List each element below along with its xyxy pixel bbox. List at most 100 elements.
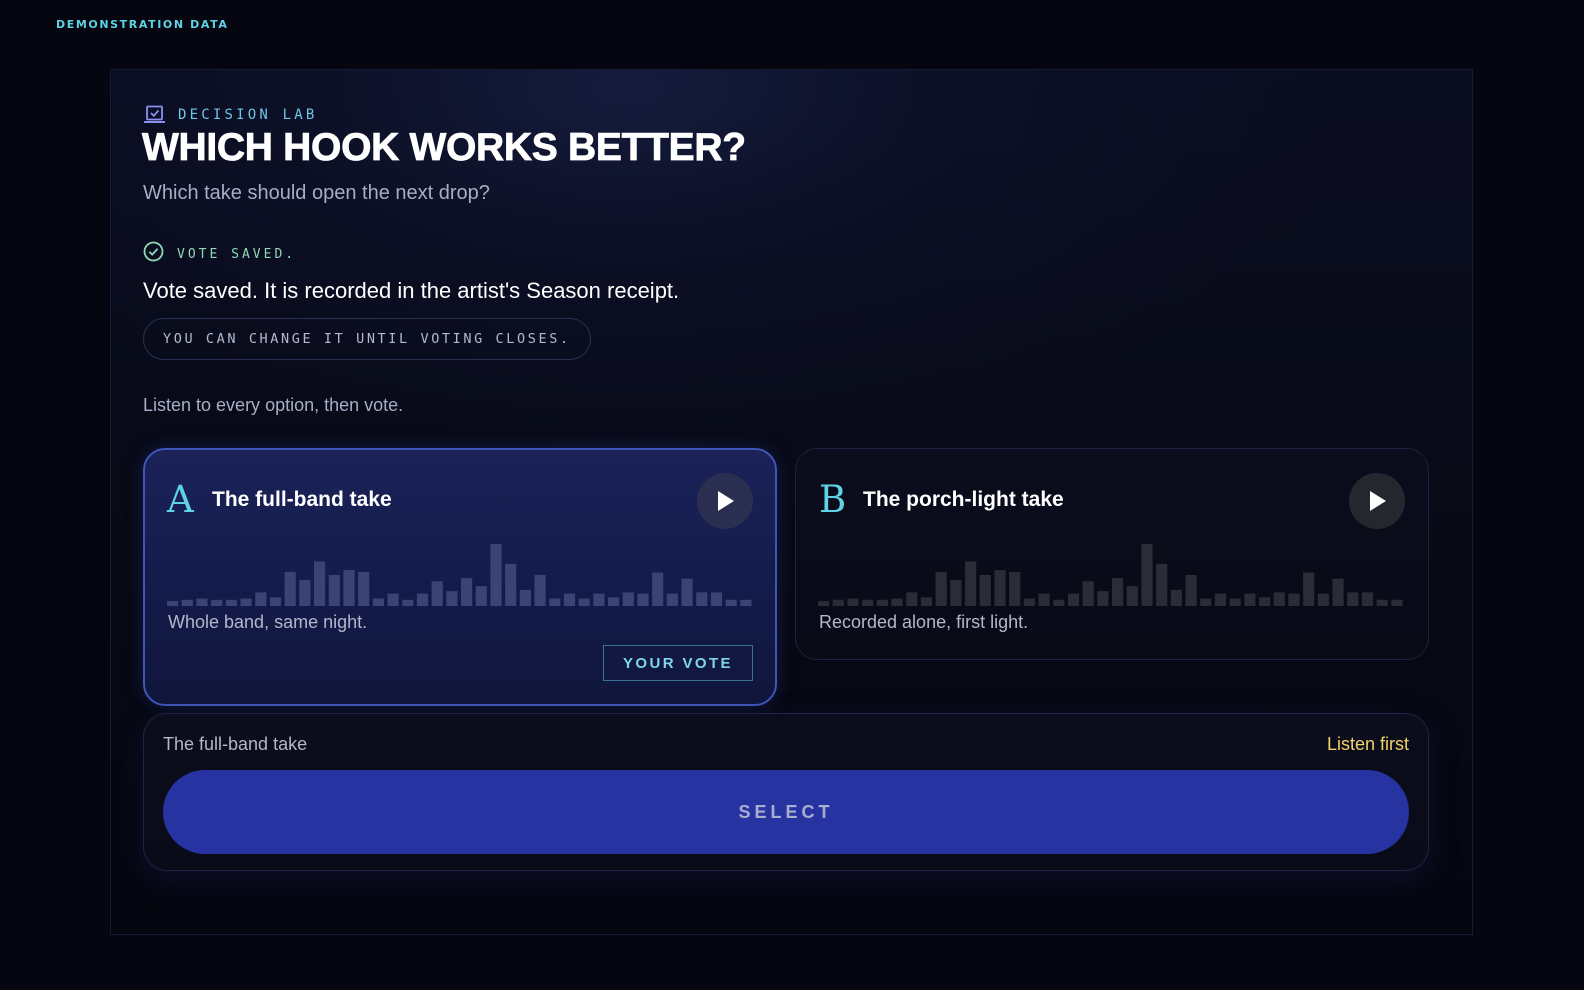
waveform-bar [255, 592, 267, 606]
waveform-bar [1053, 599, 1065, 606]
waveform-bar [343, 570, 355, 606]
waveform-bar [965, 561, 977, 606]
waveform-bar [725, 599, 737, 606]
waveform-bar [1023, 598, 1035, 606]
listen-first-hint: Listen first [1326, 734, 1409, 754]
waveform-bar [578, 598, 590, 606]
selected-option-name: The full-band take [163, 734, 308, 754]
page-title: WHICH HOOK WORKS BETTER? [142, 126, 747, 170]
waveform-bar [862, 599, 874, 606]
option-card-a[interactable]: A The full-band take Whole band, same ni… [143, 448, 777, 706]
change-vote-note: YOU CAN CHANGE IT UNTIL VOTING CLOSES. [143, 318, 591, 360]
waveform-bar [461, 578, 473, 606]
waveform-bar [710, 592, 723, 606]
play-button[interactable] [1349, 473, 1405, 529]
waveform-bar [847, 598, 859, 606]
waveform-bar [372, 598, 384, 606]
option-description: Whole band, same night. [168, 612, 368, 632]
vote-status: VOTE SAVED. [143, 241, 296, 267]
waveform-bar [416, 593, 429, 606]
waveform-bar [1229, 598, 1241, 606]
waveform-bar [1185, 575, 1197, 606]
waveform-bar [1288, 593, 1300, 606]
waveform-bar [876, 599, 888, 606]
option-description: Recorded alone, first light. [819, 612, 1029, 632]
waveform-bar [1082, 581, 1094, 606]
waveform-bar [593, 593, 605, 606]
waveform-bar [1273, 592, 1285, 606]
waveform-bar [431, 581, 443, 606]
waveform-bar [1303, 572, 1315, 606]
waveform [167, 544, 752, 606]
select-button[interactable]: SELECT [163, 770, 1409, 854]
check-circle-icon [143, 241, 164, 267]
waveform-bar [1112, 578, 1124, 606]
waveform-bar [920, 597, 933, 606]
decision-panel: DECISION LAB WHICH HOOK WORKS BETTER? Wh… [110, 69, 1473, 935]
waveform-bar [299, 579, 311, 606]
waveform-bar [269, 597, 282, 606]
waveform-bar [387, 593, 399, 606]
instructions: Listen to every option, then vote. [143, 395, 404, 415]
waveform-bar [1347, 592, 1359, 606]
waveform-bar [696, 592, 708, 606]
waveform-bar [519, 589, 531, 606]
option-title: The porch-light take [863, 488, 1064, 511]
waveform-bar [196, 598, 208, 606]
waveform-bar [1009, 571, 1021, 606]
waveform-bar [1332, 578, 1344, 606]
waveform-bar [1244, 593, 1256, 606]
waveform-bar [358, 571, 370, 606]
waveform-bar [549, 598, 561, 606]
page-subtitle: Which take should open the next drop? [143, 182, 490, 204]
waveform-bar [181, 599, 193, 606]
waveform-bar [1156, 563, 1168, 606]
waveform-bar [666, 593, 678, 606]
waveform-bar [475, 586, 487, 606]
waveform-bar [211, 599, 223, 606]
waveform-bar [608, 597, 620, 606]
waveform-bar [328, 575, 340, 606]
waveform-bar [402, 599, 414, 606]
waveform-bar [284, 571, 296, 606]
waveform-bar [950, 579, 962, 606]
play-icon [718, 491, 734, 511]
waveform-bar [1126, 586, 1138, 606]
waveform-bar [935, 571, 947, 606]
waveform-bar [534, 575, 546, 606]
waveform-bar [979, 575, 991, 606]
waveform-bar [832, 599, 844, 606]
option-card-b[interactable]: B The porch-light take Recorded alone, f… [795, 448, 1429, 660]
waveform-bar [1391, 599, 1403, 606]
waveform [818, 544, 1403, 606]
waveform-bar [906, 592, 918, 606]
your-vote-badge: YOUR VOTE [603, 645, 753, 681]
waveform-bar [1170, 589, 1182, 606]
eyebrow: DECISION LAB [143, 105, 318, 124]
waveform-bar [622, 592, 634, 606]
waveform-bar [490, 544, 502, 606]
waveform-bar [240, 598, 252, 606]
option-title: The full-band take [212, 488, 392, 511]
vote-status-label: VOTE SAVED. [177, 246, 297, 262]
selection-footer: The full-band take Listen first SELECT [143, 713, 1429, 871]
waveform-bar [167, 601, 179, 606]
waveform-bar [1361, 592, 1374, 606]
waveform-bar [994, 570, 1006, 606]
play-button[interactable] [697, 473, 753, 529]
play-icon [1370, 491, 1386, 511]
waveform-bar [314, 561, 326, 606]
eyebrow-label: DECISION LAB [178, 106, 318, 123]
waveform-bar [1259, 597, 1271, 606]
demonstration-data-tag: DEMONSTRATION DATA [56, 18, 229, 31]
waveform-bar [637, 593, 649, 606]
waveform-bar [1200, 598, 1212, 606]
waveform-bar [1376, 599, 1388, 606]
waveform-bar [1038, 593, 1050, 606]
waveform-bar [446, 591, 458, 606]
option-letter: A [167, 478, 194, 521]
waveform-bar [891, 598, 903, 606]
option-letter: B [819, 478, 847, 521]
waveform-bar [681, 578, 693, 606]
vote-status-message: Vote saved. It is recorded in the artist… [143, 278, 680, 303]
